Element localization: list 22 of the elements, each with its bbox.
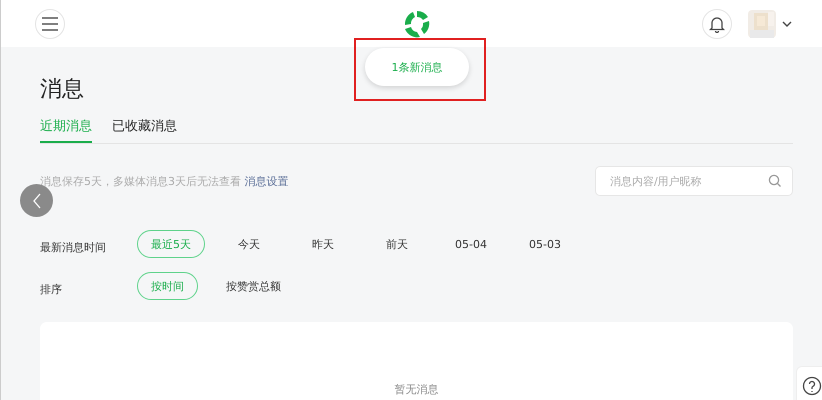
filter-label: 排序 — [40, 282, 63, 296]
menu-button[interactable] — [35, 8, 65, 38]
menu-icon — [41, 16, 59, 30]
page-title: 消息 — [40, 76, 85, 104]
notification-button[interactable] — [702, 8, 732, 38]
chevron-left-icon — [32, 192, 42, 208]
search-icon[interactable] — [768, 174, 782, 188]
settings-link[interactable]: 消息设置 — [244, 174, 288, 188]
filter-option[interactable]: 05-04 — [441, 230, 501, 258]
empty-message: 暂无消息 — [394, 382, 438, 396]
help-icon — [802, 376, 822, 396]
filter-option[interactable]: 昨天 — [293, 230, 353, 258]
filter-label: 最新消息时间 — [40, 240, 107, 254]
notice-text: 消息保存5天，多媒体消息3天后无法查看 消息设置 — [40, 174, 288, 188]
filter-option[interactable]: 今天 — [219, 230, 279, 258]
search-field[interactable]: 消息内容/用户昵称 — [595, 166, 793, 196]
filter-option[interactable]: 按赞赏总额 — [212, 272, 295, 300]
bell-icon — [709, 14, 725, 32]
filter-option[interactable]: 05-03 — [515, 230, 575, 258]
filter-option[interactable]: 前天 — [367, 230, 427, 258]
caret-icon[interactable] — [782, 20, 792, 26]
tab[interactable]: 已收藏消息 — [112, 117, 177, 143]
